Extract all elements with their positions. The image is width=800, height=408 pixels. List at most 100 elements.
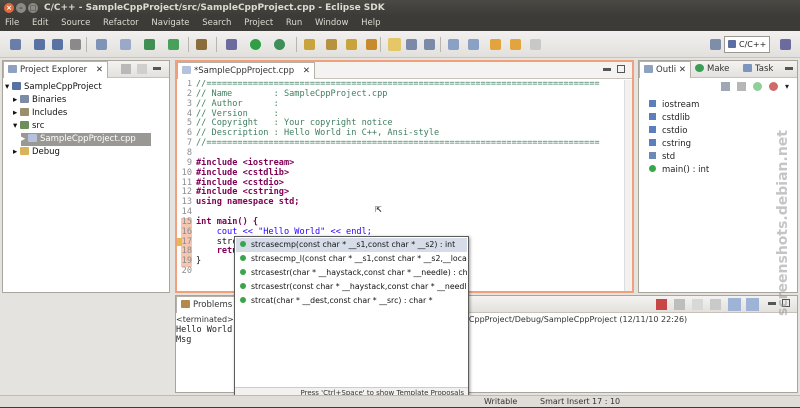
tab-project-explorer[interactable]: Project Explorer ✕ [3,61,109,78]
menu-source[interactable]: Source [61,18,90,28]
tab-outline[interactable]: Outli ✕ [639,61,691,78]
toggle-block-selection-icon[interactable] [406,39,417,50]
chevron-down-icon[interactable]: ▾ [5,82,9,92]
new-class-icon[interactable] [144,39,155,50]
remove-launches-icon[interactable] [674,299,685,310]
title-bar: × – □ C/C++ - SampleCppProject/src/Sampl… [0,0,800,16]
maximize-window-button[interactable]: □ [28,3,38,13]
save-icon[interactable] [34,39,45,50]
open-console-icon[interactable] [746,298,759,311]
status-mode: Writable [484,397,518,406]
toggle-mark-occurrences-icon[interactable] [388,38,401,51]
link-editor-icon[interactable] [137,64,147,74]
forward-icon[interactable] [510,39,521,50]
open-element-icon[interactable] [346,39,357,50]
outline-item[interactable]: iostream [649,99,699,112]
print-icon[interactable] [70,39,81,50]
chevron-right-icon[interactable]: ▸ [13,108,17,118]
menu-project[interactable]: Project [244,18,273,28]
close-icon[interactable]: ✕ [679,65,686,75]
outline-item[interactable]: cstring [649,138,691,151]
outline-item[interactable]: main() : int [649,164,709,177]
collapse-all-icon[interactable] [121,64,131,74]
run-external-icon[interactable] [274,39,285,50]
minimize-icon[interactable] [603,68,611,71]
hide-fields-icon[interactable] [737,82,746,91]
maximize-icon[interactable] [617,65,625,73]
run-icon[interactable] [250,39,261,50]
status-insert: Smart Insert [540,397,590,406]
tree-item-src[interactable]: ▾ src [13,120,44,133]
close-window-button[interactable]: × [4,3,14,13]
minimize-icon[interactable] [153,67,161,70]
editor-vertical-scrollbar[interactable] [624,80,632,291]
new-icon[interactable] [10,39,21,50]
new-folder-icon[interactable] [168,39,179,50]
last-edit-icon[interactable] [530,39,541,50]
chevron-right-icon[interactable]: ▸ [21,134,25,144]
open-perspective-icon[interactable] [710,39,721,50]
tab-label: Project Explorer [20,65,88,75]
tab-sample-cpp[interactable]: *SampleCppProject.cpp ✕ [177,62,315,79]
perspective-cpp-button[interactable]: C/C++ [724,36,771,53]
outline-icon [644,65,653,73]
debug-perspective-icon[interactable] [780,39,791,50]
code-text: //======================================… [196,138,600,149]
scroll-lock-icon[interactable] [692,299,703,310]
tree-item-binaries[interactable]: ▸ Binaries [13,94,66,107]
tree-item-cpp-file[interactable]: ▸ SampleCppProject.cpp [21,133,151,146]
folder-icon [19,147,29,155]
menu-edit[interactable]: Edit [32,18,48,28]
menu-window[interactable]: Window [315,18,349,28]
tab-make[interactable]: Make [691,61,733,78]
next-annotation-icon[interactable] [448,39,459,50]
outline-item[interactable]: std [649,151,675,164]
outline-label: cstdlib [662,113,690,123]
completion-item[interactable]: strcasestr(char * __haystack,const char … [236,266,467,280]
terminate-icon[interactable] [656,299,667,310]
brush-icon[interactable] [366,39,377,50]
outline-item[interactable]: cstdlib [649,112,690,125]
outline-label: cstring [662,139,692,149]
warning-marker-icon[interactable] [177,238,182,246]
display-selected-console-icon[interactable] [728,298,741,311]
tree-item-includes[interactable]: ▸ Includes [13,107,67,120]
search-icon[interactable] [326,39,337,50]
show-whitespace-icon[interactable] [424,39,435,50]
outline-item[interactable]: cstdio [649,125,687,138]
tree-item-debug[interactable]: ▸ Debug [13,146,60,159]
back-icon[interactable] [490,39,501,50]
menu-refactor[interactable]: Refactor [103,18,139,28]
cpp-perspective-icon [728,40,736,48]
hide-static-icon[interactable] [753,82,762,91]
completion-item[interactable]: strcat(char * __dest,const char * __src)… [236,294,467,308]
menu-help[interactable]: Help [361,18,380,28]
chevron-right-icon[interactable]: ▸ [13,147,17,157]
chevron-down-icon[interactable]: ▾ [13,121,17,131]
completion-item[interactable]: strcasestr(const char * __haystack,const… [236,280,467,294]
open-type-icon[interactable] [304,39,315,50]
minimize-window-button[interactable]: – [16,3,26,13]
tree-item-project[interactable]: ▾ SampleCppProject [5,81,102,94]
close-icon[interactable]: ✕ [303,66,310,76]
completion-item[interactable]: strcasecmp_l(const char * __s1,const cha… [236,252,467,266]
left-bottom-area [2,295,170,393]
project-explorer-icon [8,65,17,73]
debug-icon[interactable] [226,39,237,50]
chevron-right-icon[interactable]: ▸ [13,95,17,105]
new-source-file-icon[interactable] [120,39,131,50]
prev-annotation-icon[interactable] [468,39,479,50]
sort-icon[interactable] [721,82,730,91]
save-all-icon[interactable] [52,39,63,50]
completion-item[interactable]: strcasecmp(const char * __s1,const char … [236,238,467,252]
menu-search[interactable]: Search [202,18,231,28]
menu-navigate[interactable]: Navigate [151,18,189,28]
new-cpp-project-icon[interactable] [96,39,107,50]
build-icon[interactable] [196,39,207,50]
tab-problems[interactable]: Problems [176,296,238,313]
menu-run[interactable]: Run [286,18,302,28]
menu-file[interactable]: File [5,18,19,28]
close-icon[interactable]: ✕ [96,65,103,75]
pin-console-icon[interactable] [710,299,721,310]
function-icon [240,283,246,289]
